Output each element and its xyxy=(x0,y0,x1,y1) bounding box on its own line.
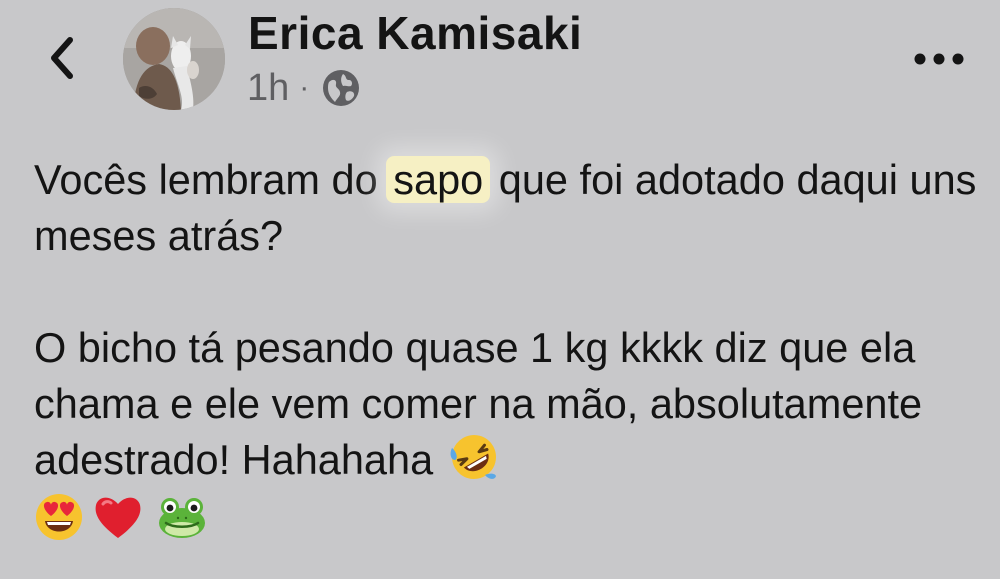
post-paragraph-1: Vocês lembram do sapo que foi adotado da… xyxy=(34,152,984,264)
author-name[interactable]: Erica Kamisaki xyxy=(248,6,582,60)
post-meta: 1h · xyxy=(247,66,361,110)
post-paragraph-2: O bicho tá pesando quase 1 kg kkkk diz q… xyxy=(34,320,984,488)
red-heart-emoji xyxy=(95,497,141,538)
post-body: Vocês lembram do sapo que foi adotado da… xyxy=(34,152,984,546)
more-horizontal-icon xyxy=(914,53,964,65)
heart-eyes-emoji xyxy=(36,494,82,540)
more-options-button[interactable] xyxy=(912,40,966,78)
post-text-before-highlight: Vocês lembram do xyxy=(34,156,378,203)
globe-icon xyxy=(321,68,361,108)
avatar-photo xyxy=(123,8,225,110)
frog-emoji xyxy=(159,498,205,538)
post-time[interactable]: 1h xyxy=(247,67,289,110)
highlighted-word[interactable]: sapo xyxy=(386,156,491,203)
back-button[interactable] xyxy=(40,36,84,80)
avatar[interactable] xyxy=(123,8,225,110)
chevron-left-icon xyxy=(51,37,73,79)
rolling-on-floor-laughing-emoji xyxy=(450,435,496,479)
emoji-row xyxy=(34,488,984,546)
meta-separator: · xyxy=(299,71,310,104)
